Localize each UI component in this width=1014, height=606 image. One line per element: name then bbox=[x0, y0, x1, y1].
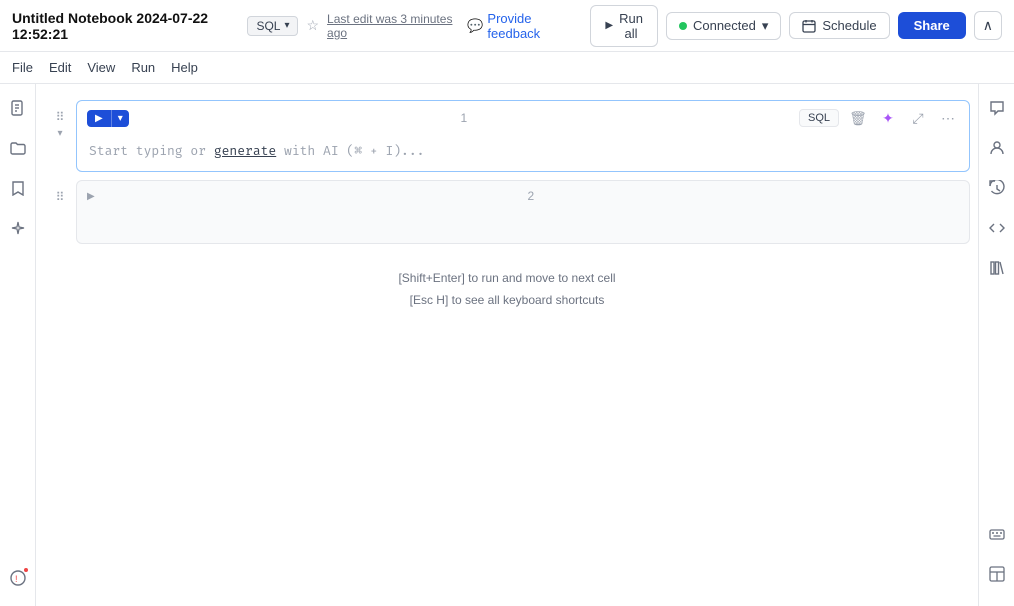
cell-row-1: ⠿ ▾ ▶ ▾ 1 SQL 🗑 ✦ ⤢ ⋯ bbox=[36, 100, 978, 172]
sql-language-badge[interactable]: SQL ▾ bbox=[247, 16, 298, 36]
cell-run-button-1[interactable]: ▶ ▾ bbox=[87, 110, 129, 127]
share-button[interactable]: Share bbox=[898, 12, 966, 39]
sidebar-item-document[interactable] bbox=[6, 96, 30, 120]
main-layout: ! ⠿ ▾ ▶ ▾ 1 SQL 🗑 bbox=[0, 84, 1014, 606]
notebook-area: ⠿ ▾ ▶ ▾ 1 SQL 🗑 ✦ ⤢ ⋯ bbox=[36, 84, 978, 606]
star-icon[interactable]: ☆ bbox=[306, 17, 319, 34]
generate-link[interactable]: generate bbox=[214, 144, 276, 159]
sidebar-item-bookmark[interactable] bbox=[6, 176, 30, 200]
cell-magic-icon[interactable]: ✦ bbox=[877, 107, 899, 129]
hint-line-2: [Esc H] to see all keyboard shortcuts bbox=[52, 290, 962, 312]
sidebar-item-folder[interactable] bbox=[6, 136, 30, 160]
right-sidebar-history[interactable] bbox=[985, 176, 1009, 200]
cell-number-1: 1 bbox=[137, 111, 791, 125]
cell-run-dropdown-icon[interactable]: ▾ bbox=[111, 110, 129, 127]
cell-row-2: ⠿ ▶ 2 bbox=[36, 180, 978, 244]
cell-gutter-2: ⠿ bbox=[44, 180, 76, 204]
sidebar-item-sparkle[interactable] bbox=[6, 216, 30, 240]
hint-area: [Shift+Enter] to run and move to next ce… bbox=[36, 252, 978, 327]
chevron-down-icon: ▾ bbox=[762, 18, 769, 34]
menu-file[interactable]: File bbox=[12, 60, 33, 75]
right-sidebar-library[interactable] bbox=[985, 256, 1009, 280]
sql-label: SQL bbox=[256, 19, 280, 33]
provide-feedback-button[interactable]: 💬 Provide feedback bbox=[467, 11, 574, 41]
menu-edit[interactable]: Edit bbox=[49, 60, 71, 75]
menu-view[interactable]: View bbox=[87, 60, 115, 75]
cell-placeholder-text: Start typing or generate with AI (⌘ + I)… bbox=[89, 144, 424, 159]
title-bar: Untitled Notebook 2024-07-22 12:52:21 SQ… bbox=[0, 0, 1014, 52]
chevron-up-icon: ∧ bbox=[983, 17, 993, 33]
cell-2-container[interactable]: ▶ 2 bbox=[76, 180, 970, 244]
chevron-down-icon: ▾ bbox=[284, 20, 289, 31]
cell-drag-handle-2[interactable]: ⠿ bbox=[56, 190, 65, 204]
connected-status-dot bbox=[679, 22, 687, 30]
cell-1-body[interactable]: Start typing or generate with AI (⌘ + I)… bbox=[77, 135, 969, 171]
left-sidebar: ! bbox=[0, 84, 36, 606]
cell-number-2: 2 bbox=[103, 189, 959, 203]
cell-2-play-icon[interactable]: ▶ bbox=[87, 191, 95, 202]
run-all-label: Run all bbox=[619, 11, 643, 41]
share-label: Share bbox=[914, 18, 950, 33]
collapse-button[interactable]: ∧ bbox=[974, 11, 1002, 40]
cell-1-header: ▶ ▾ 1 SQL 🗑 ✦ ⤢ ⋯ bbox=[77, 101, 969, 135]
connected-label: Connected bbox=[693, 18, 756, 33]
right-sidebar-code[interactable] bbox=[985, 216, 1009, 240]
schedule-label: Schedule bbox=[822, 18, 876, 33]
cell-collapse-1[interactable]: ▾ bbox=[57, 128, 62, 139]
right-sidebar-comment[interactable] bbox=[985, 96, 1009, 120]
feedback-label: Provide feedback bbox=[487, 11, 574, 41]
calendar-icon bbox=[802, 19, 816, 33]
cell-1-container: ▶ ▾ 1 SQL 🗑 ✦ ⤢ ⋯ Start typing or genera… bbox=[76, 100, 970, 172]
right-sidebar-person[interactable] bbox=[985, 136, 1009, 160]
cell-expand-icon[interactable]: ⤢ bbox=[907, 107, 929, 129]
feedback-icon: 💬 bbox=[467, 18, 483, 34]
notebook-title: Untitled Notebook 2024-07-22 12:52:21 bbox=[12, 10, 239, 42]
right-sidebar-layout[interactable] bbox=[985, 562, 1009, 586]
cell-delete-icon[interactable]: 🗑 bbox=[847, 107, 869, 129]
last-edit-text[interactable]: Last edit was 3 minutes ago bbox=[327, 12, 459, 40]
menu-help[interactable]: Help bbox=[171, 60, 198, 75]
right-sidebar-keyboard[interactable] bbox=[985, 522, 1009, 546]
connected-button[interactable]: Connected ▾ bbox=[666, 12, 781, 40]
sidebar-item-notifications[interactable]: ! bbox=[6, 566, 30, 590]
schedule-button[interactable]: Schedule bbox=[789, 12, 889, 39]
hint-line-1: [Shift+Enter] to run and move to next ce… bbox=[52, 268, 962, 290]
menu-run[interactable]: Run bbox=[131, 60, 155, 75]
menu-bar: File Edit View Run Help bbox=[0, 52, 1014, 84]
run-all-button[interactable]: ▶ Run all bbox=[590, 5, 658, 47]
top-actions: ▶ Run all Connected ▾ Schedule Share ∧ bbox=[590, 5, 1002, 47]
play-icon: ▶ bbox=[605, 20, 613, 31]
cell-more-icon[interactable]: ⋯ bbox=[937, 107, 959, 129]
cell-gutter-1: ⠿ ▾ bbox=[44, 100, 76, 139]
cell-drag-handle[interactable]: ⠿ bbox=[56, 110, 65, 124]
right-sidebar bbox=[978, 84, 1014, 606]
svg-text:!: ! bbox=[15, 574, 18, 584]
cell-2-body[interactable] bbox=[77, 211, 969, 243]
cell-play-icon: ▶ bbox=[87, 110, 111, 127]
sidebar-bottom: ! bbox=[6, 566, 30, 594]
cell-type-badge-1[interactable]: SQL bbox=[799, 109, 839, 127]
cell-2-header: ▶ 2 bbox=[77, 181, 969, 211]
